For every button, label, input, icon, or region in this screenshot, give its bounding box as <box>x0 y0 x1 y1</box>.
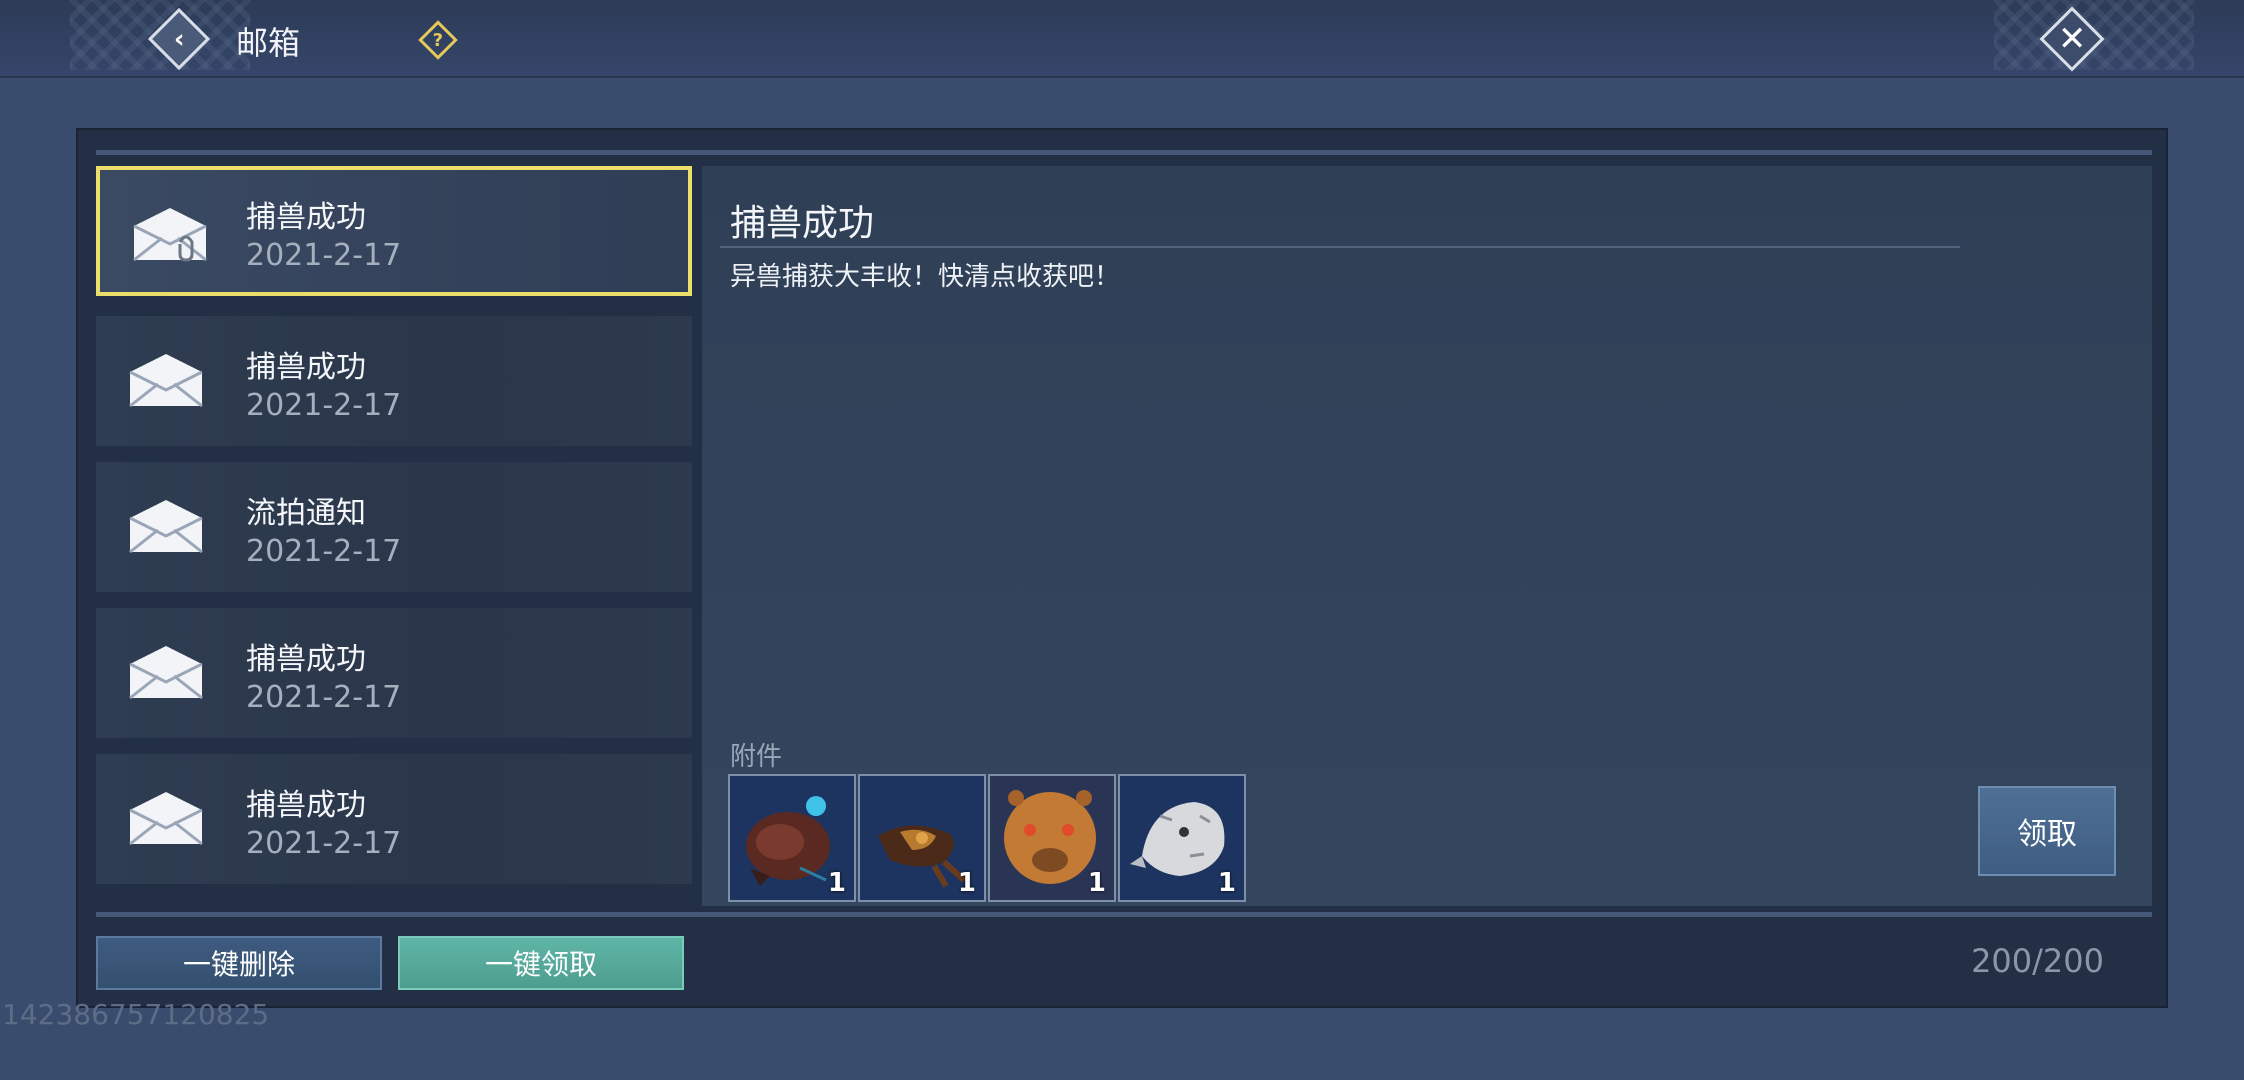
mail-subject: 捕兽成功 <box>246 350 366 385</box>
delete-all-button[interactable]: 一键删除 <box>96 936 382 990</box>
attachment-slot[interactable]: 1 <box>1118 774 1246 902</box>
question-mark-icon: ? <box>418 20 458 60</box>
user-id-watermark: 142386757120825 <box>2 998 270 1031</box>
attachment-count: 1 <box>1217 868 1236 898</box>
mail-item[interactable]: 捕兽成功 2021-2-17 <box>96 166 692 296</box>
divider <box>720 246 1960 248</box>
mail-item[interactable]: 捕兽成功 2021-2-17 <box>96 608 692 738</box>
mail-date: 2021-2-17 <box>246 238 402 273</box>
mailbox-panel: 捕兽成功 2021-2-17 捕兽成功 2021-2-17 流拍通知 2021-… <box>76 128 2168 1008</box>
claim-button[interactable]: 领取 <box>1978 786 2116 876</box>
attachment-slot[interactable]: 1 <box>728 774 856 902</box>
mail-subject: 流拍通知 <box>246 496 366 531</box>
mail-item[interactable]: 捕兽成功 2021-2-17 <box>96 316 692 446</box>
mail-count: 200/200 <box>1971 942 2104 980</box>
mail-date: 2021-2-17 <box>246 680 402 715</box>
attachments-row: 1 1 1 1 <box>728 774 1246 902</box>
mail-date: 2021-2-17 <box>246 826 402 861</box>
envelope-icon <box>129 354 203 408</box>
mail-date: 2021-2-17 <box>246 388 402 423</box>
help-button[interactable]: ? <box>418 20 458 60</box>
mail-list[interactable]: 捕兽成功 2021-2-17 捕兽成功 2021-2-17 流拍通知 2021-… <box>96 166 696 906</box>
attachments-label: 附件 <box>730 742 783 772</box>
attachment-count: 1 <box>957 868 976 898</box>
envelope-icon <box>129 792 203 846</box>
mail-subject: 捕兽成功 <box>246 788 366 823</box>
attachment-count: 1 <box>1087 868 1106 898</box>
attachment-slot[interactable]: 1 <box>858 774 986 902</box>
attachment-slot[interactable]: 1 <box>988 774 1116 902</box>
envelope-icon <box>129 500 203 554</box>
divider-bottom <box>96 912 2152 917</box>
back-arrow-icon: ‹ <box>147 7 211 71</box>
claim-all-button[interactable]: 一键领取 <box>398 936 684 990</box>
mail-subject: 捕兽成功 <box>246 642 366 677</box>
envelope-attachment-icon <box>133 208 207 262</box>
mail-item[interactable]: 流拍通知 2021-2-17 <box>96 462 692 592</box>
close-button[interactable]: ✕ <box>2038 5 2106 73</box>
divider-top <box>96 150 2152 155</box>
back-button[interactable]: ‹ <box>147 7 211 71</box>
mail-subject: 捕兽成功 <box>246 200 366 235</box>
mail-detail-title: 捕兽成功 <box>730 203 875 244</box>
mail-detail: 捕兽成功 异兽捕获大丰收！快清点收获吧！ 附件 1 1 1 1 领取 <box>702 166 2152 906</box>
mail-date: 2021-2-17 <box>246 534 402 569</box>
mail-detail-body: 异兽捕获大丰收！快清点收获吧！ <box>730 262 1121 292</box>
envelope-icon <box>129 646 203 700</box>
mail-item[interactable]: 捕兽成功 2021-2-17 <box>96 754 692 884</box>
close-x-icon: ✕ <box>2039 6 2105 72</box>
page-title: 邮箱 <box>236 24 301 62</box>
attachment-count: 1 <box>827 868 846 898</box>
top-bar: ‹ 邮箱 ? ✕ <box>0 0 2244 78</box>
